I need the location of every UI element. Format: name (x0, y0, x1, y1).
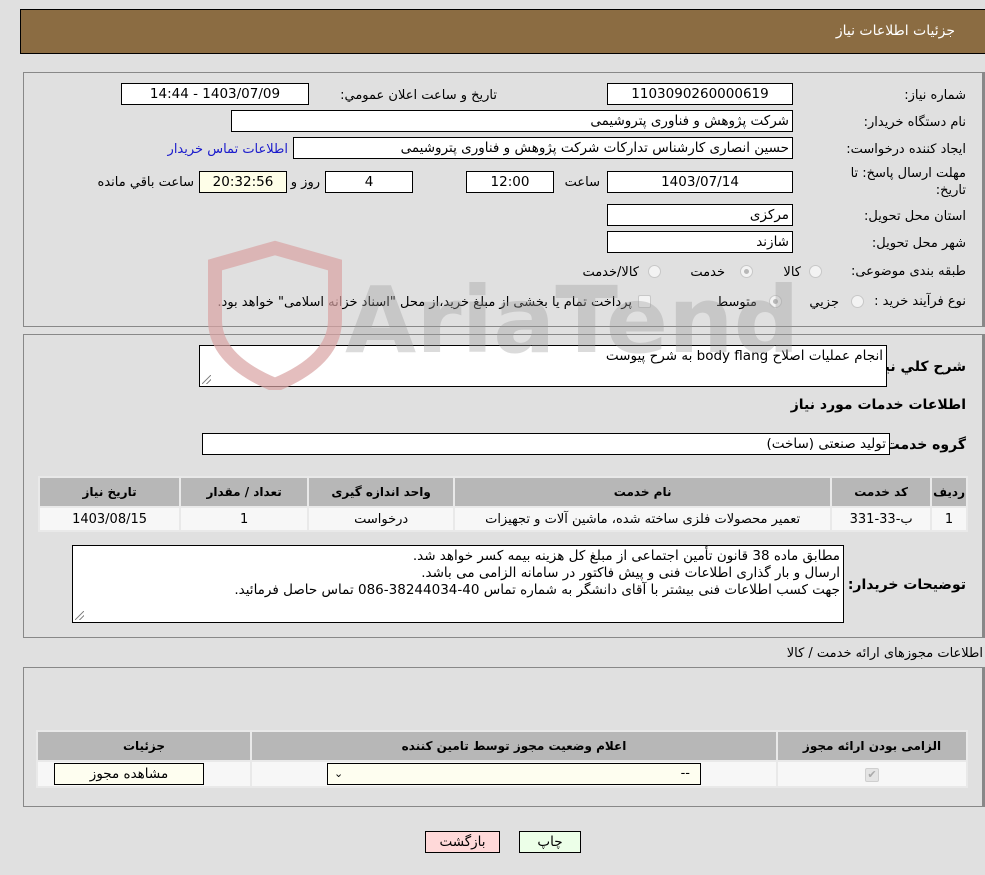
cell-quantity: 1 (179, 506, 310, 532)
days-label: روز و (290, 175, 320, 190)
cell-service-name: تعمیر محصولات فلزی ساخته شده، ماشین آلات… (453, 506, 833, 532)
table-row: ✔ -- ⌄ مشاهده مجوز (36, 760, 968, 788)
services-table: رديف کد خدمت نام خدمت واحد اندازه گيری ت… (37, 476, 968, 532)
permits-heading: اطلاعات مجوزهای ارائه خدمت / کالا (786, 646, 983, 661)
col-service-code: کد خدمت (830, 476, 933, 508)
description-panel: شرح كلي نياز: انجام عملیات اصلاح body fl… (23, 334, 985, 638)
print-button[interactable]: چاپ (519, 831, 581, 853)
category-option-service: خدمت (690, 265, 725, 280)
col-row: رديف (930, 476, 968, 508)
col-need-date: تاريخ نياز (37, 476, 182, 508)
buyer-note-line: ارسال و بار گذاری اطلاعات فنی و پیش فاکت… (421, 565, 840, 581)
process-option-medium: متوسط (716, 295, 757, 310)
back-button[interactable]: بازگشت (425, 831, 500, 853)
permit-required-checkbox[interactable]: ✔ (865, 767, 879, 782)
cell-permit-required: ✔ (776, 760, 968, 788)
requester-field: حسین انصاری کارشناس تدارکات شرکت پژوهش و… (293, 137, 793, 159)
announce-label: تاریخ و ساعت اعلان عمومي: (340, 88, 497, 103)
category-label: طبقه بندی موضوعی: (850, 264, 966, 279)
city-label: شهر محل تحويل: (871, 236, 966, 251)
cell-row: 1 (930, 506, 968, 532)
cell-need-date: 1403/08/15 (37, 506, 182, 532)
buyer-notes-label: توضيحات خريدار: (847, 577, 966, 593)
need-number-label: شماره نیاز: (904, 88, 966, 103)
details-panel: شماره نیاز: 1103090260000619 تاریخ و ساع… (23, 72, 985, 327)
col-permit-details: جزئيات (36, 730, 252, 762)
permits-panel: الزامی بودن ارائه مجوز اعلام وضعيت مجوز … (23, 667, 985, 807)
summary-text: انجام عملیات اصلاح body flang به شرح پیو… (605, 348, 883, 364)
buyer-notes-textarea[interactable]: مطابق ماده 38 قانون تأمین اجتماعی از مبل… (72, 545, 844, 623)
col-quantity: تعداد / مقدار (179, 476, 310, 508)
col-unit: واحد اندازه گيری (307, 476, 456, 508)
table-row: 1 ب-33-331 تعمیر محصولات فلزی ساخته شده،… (37, 506, 968, 532)
category-radio-service[interactable] (740, 265, 753, 278)
remaining-time-field: 20:32:56 (199, 171, 287, 193)
permits-table: الزامی بودن ارائه مجوز اعلام وضعيت مجوز … (36, 730, 968, 788)
cell-permit-details: مشاهده مجوز (36, 760, 252, 788)
process-radio-medium[interactable] (769, 295, 782, 308)
process-option-minor: جزيي (809, 295, 839, 310)
days-field: 4 (325, 171, 413, 193)
resize-handle-icon[interactable] (202, 375, 211, 384)
resize-handle-icon[interactable] (75, 611, 84, 620)
deadline-label-2: تاریخ: (935, 183, 966, 198)
time-label: ساعت (564, 175, 600, 190)
payment-note: پرداخت تمام يا بخشی از مبلغ خريد،از محل … (217, 295, 632, 310)
requester-label: ايجاد کننده درخواست: (846, 142, 966, 157)
remaining-label: ساعت باقي مانده (97, 175, 194, 190)
announce-datetime-field: 1403/07/09 - 14:44 (121, 83, 309, 105)
category-radio-goods[interactable] (809, 265, 822, 278)
need-number-field: 1103090260000619 (607, 83, 793, 105)
buyer-contact-link[interactable]: اطلاعات تماس خريدار (168, 142, 288, 157)
province-field: مرکزی (607, 204, 793, 226)
deadline-label: مهلت ارسال پاسخ: تا (850, 166, 966, 181)
summary-textarea[interactable]: انجام عملیات اصلاح body flang به شرح پیو… (199, 345, 887, 387)
page-title: جزئیات اطلاعات نیاز (835, 23, 955, 39)
deadline-time-field: 12:00 (466, 171, 554, 193)
cell-service-code: ب-33-331 (830, 506, 933, 532)
col-service-name: نام خدمت (453, 476, 833, 508)
process-label: نوع فرآيند خريد : (874, 294, 966, 309)
buyer-note-line: جهت کسب اطلاعات فنی بیشتر با آقای دانشگر… (234, 582, 840, 598)
buyer-org-label: نام دستگاه خريدار: (863, 115, 966, 130)
buyer-org-field: شرکت پژوهش و فناوری پتروشیمی (231, 110, 793, 132)
deadline-date-field: 1403/07/14 (607, 171, 793, 193)
page-header: جزئیات اطلاعات نیاز (20, 9, 985, 54)
permit-status-value: -- (680, 766, 690, 781)
permit-status-select[interactable]: -- ⌄ (327, 763, 701, 785)
service-group-label: گروه خدمت: (880, 437, 966, 453)
cell-permit-status: -- ⌄ (250, 760, 778, 788)
col-permit-required: الزامی بودن ارائه مجوز (776, 730, 968, 762)
process-radio-minor[interactable] (851, 295, 864, 308)
buyer-note-line: مطابق ماده 38 قانون تأمین اجتماعی از مبل… (412, 548, 840, 564)
category-option-goods: کالا (783, 265, 801, 280)
category-option-both: کالا/خدمت (582, 265, 639, 280)
service-group-field: تولید صنعتی (ساخت) (202, 433, 890, 455)
col-permit-status: اعلام وضعيت مجوز توسط تامين کننده (250, 730, 778, 762)
cell-unit: درخواست (307, 506, 456, 532)
services-heading: اطلاعات خدمات مورد نياز (790, 397, 966, 413)
city-field: شازند (607, 231, 793, 253)
view-permit-button[interactable]: مشاهده مجوز (54, 763, 204, 785)
category-radio-both[interactable] (648, 265, 661, 278)
chevron-down-icon: ⌄ (334, 767, 344, 780)
payment-checkbox[interactable] (638, 295, 651, 308)
province-label: استان محل تحويل: (864, 209, 966, 224)
